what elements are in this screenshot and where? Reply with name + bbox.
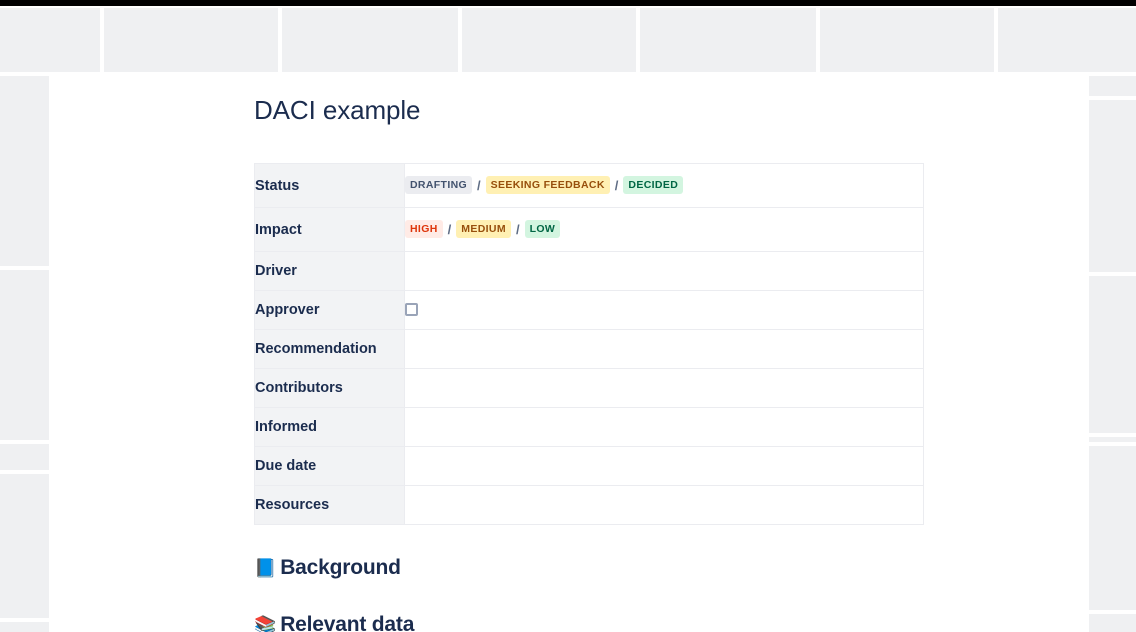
row-label-approver: Approver [254,290,405,330]
table-row: Recommendation [254,329,924,369]
row-label-impact: Impact [254,207,405,252]
table-row: Approver [254,290,924,330]
backdrop-block [998,8,1136,72]
backdrop-block [0,76,49,266]
row-value-driver[interactable] [404,251,924,291]
backdrop-block [0,270,49,440]
row-label-due-date: Due date [254,446,405,486]
blue-book-emoji: 📘 [254,558,277,578]
badge-separator: / [477,177,481,193]
table-row: Resources [254,485,924,525]
status-badge-drafting[interactable]: DRAFTING [405,176,473,195]
backdrop-block [0,474,49,618]
backdrop-block [282,8,458,72]
backdrop-block [1089,614,1136,632]
status-badge-decided[interactable]: DECIDED [623,176,684,195]
table-row: Impact HIGH / MEDIUM / LOW [254,207,924,252]
top-black-bar [0,0,1136,6]
table-row: Driver [254,251,924,291]
backdrop-block [640,8,816,72]
backdrop-block [0,444,49,470]
impact-badge-medium[interactable]: MEDIUM [456,220,511,239]
row-label-status: Status [254,163,405,208]
table-row: Contributors [254,368,924,408]
section-title-relevant-data: Relevant data [280,613,415,632]
backdrop-block [1089,446,1136,610]
backdrop-block [820,8,994,72]
row-value-contributors[interactable] [404,368,924,408]
daci-table: Status DRAFTING / SEEKING FEEDBACK / DECIDED… [254,163,924,525]
badge-separator: / [447,221,452,237]
table-row: Due date [254,446,924,486]
row-value-due-date[interactable] [404,446,924,486]
document-card: DACI example Status DRAFTING / SEEKING FEE… [49,74,1089,632]
backdrop-block [0,622,49,632]
section-heading-background: 📘 Background [254,555,401,581]
table-row: Status DRAFTING / SEEKING FEEDBACK / DECIDED [254,163,924,208]
section-title-background: Background [280,556,401,579]
section-heading-relevant-data: 📚 Relevant data [254,612,414,632]
row-value-recommendation[interactable] [404,329,924,369]
row-label-informed: Informed [254,407,405,447]
row-label-resources: Resources [254,485,405,525]
impact-badge-low[interactable]: LOW [524,220,561,239]
row-label-driver: Driver [254,251,405,291]
status-badge-seeking-feedback[interactable]: SEEKING FEEDBACK [485,176,610,195]
row-value-informed[interactable] [404,407,924,447]
backdrop-block [1089,76,1136,96]
row-value-impact: HIGH / MEDIUM / LOW [404,207,924,252]
table-row: Informed [254,407,924,447]
row-label-contributors: Contributors [254,368,405,408]
books-emoji: 📚 [254,615,277,632]
backdrop-block [104,8,278,72]
row-label-recommendation: Recommendation [254,329,405,369]
backdrop-block [0,8,100,72]
approver-checkbox[interactable] [405,303,418,317]
row-value-resources[interactable] [404,485,924,525]
backdrop-block [1089,276,1136,433]
badge-separator: / [614,177,619,193]
impact-badge-high[interactable]: HIGH [405,220,443,239]
backdrop-block [1089,100,1136,272]
page-title: DACI example [254,95,421,125]
row-value-approver[interactable] [404,290,924,330]
daci-table-body: Status DRAFTING / SEEKING FEEDBACK / DECIDED… [254,163,924,525]
row-value-status: DRAFTING / SEEKING FEEDBACK / DECIDED [404,163,924,208]
backdrop-block [1089,437,1136,442]
backdrop-block [462,8,636,72]
badge-separator: / [515,221,520,237]
